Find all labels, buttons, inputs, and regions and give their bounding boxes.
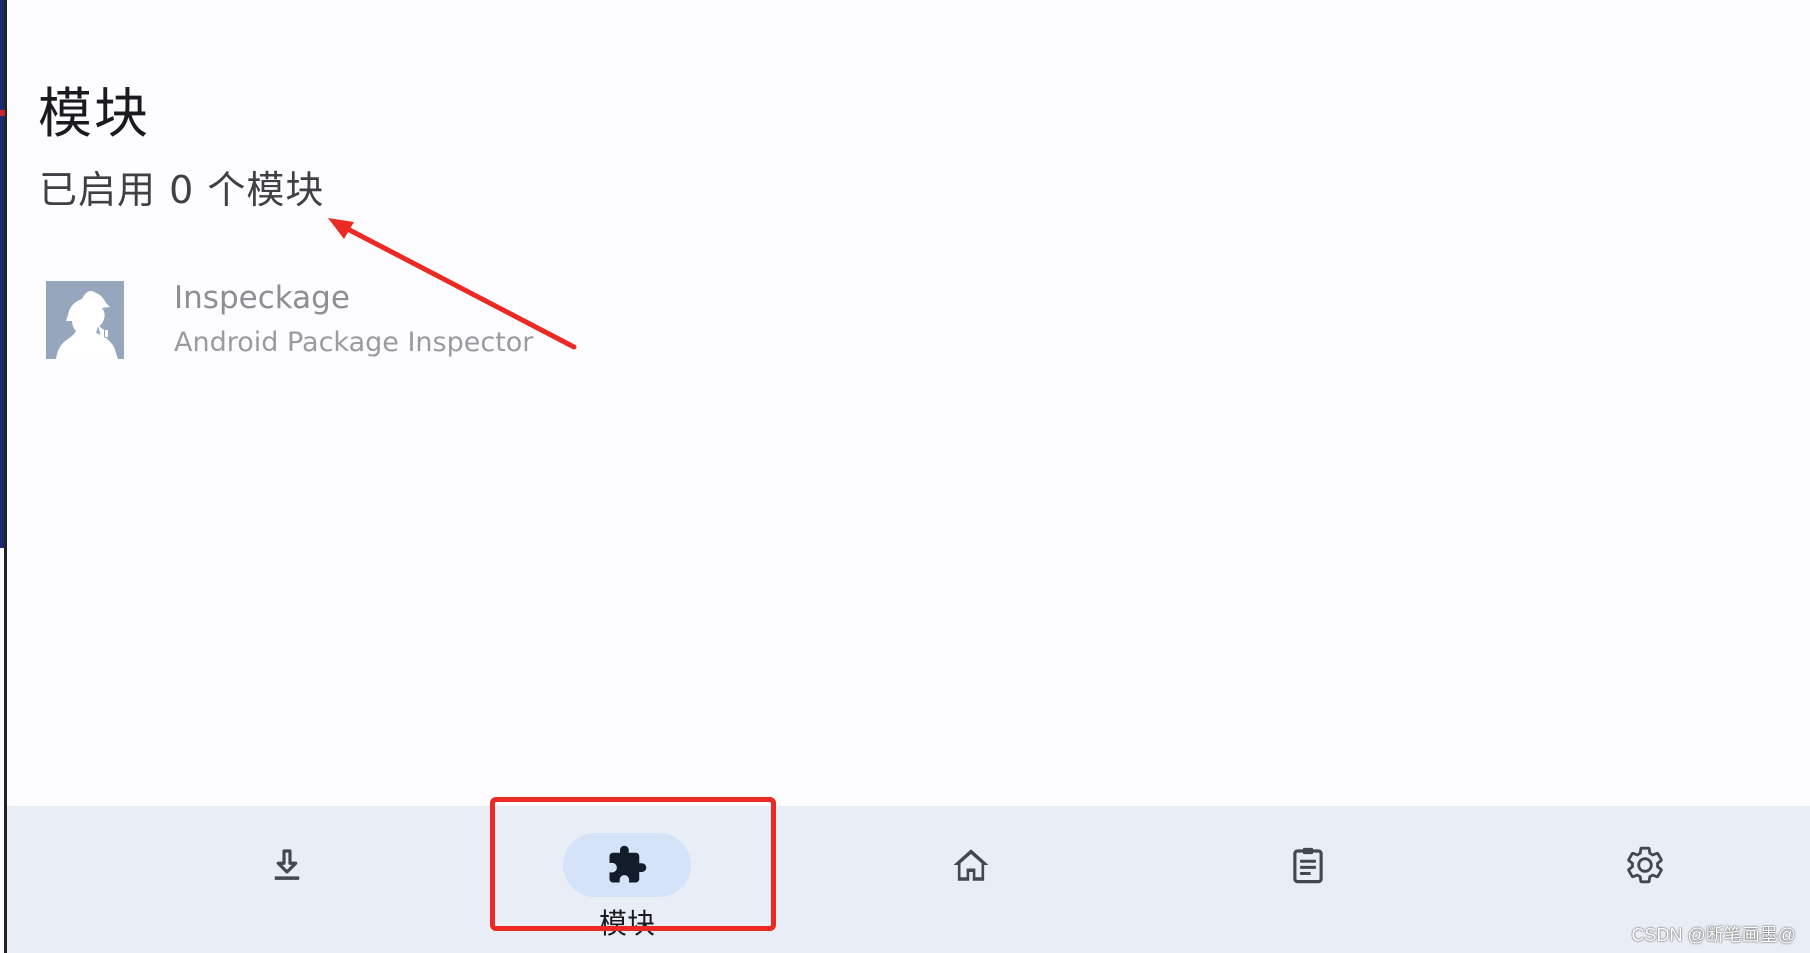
nav-item-logs[interactable]: [1148, 806, 1468, 953]
clipboard-icon: [1293, 847, 1323, 884]
left-edge-mark: [0, 110, 5, 116]
nav-item-home[interactable]: [811, 806, 1131, 953]
annotation-highlight-box: [490, 797, 776, 931]
nav-icon-container: [907, 833, 1035, 897]
bottom-navigation-bar: 模块: [7, 806, 1810, 953]
app-screen: 模块 已启用 0 个模块 Inspeckage Android Package …: [0, 0, 1810, 953]
watermark: CSDN @断笔画墨@: [1631, 925, 1796, 945]
download-icon: [274, 849, 300, 880]
detective-silhouette-icon: [46, 281, 124, 359]
nav-icon-container: [223, 833, 351, 897]
annotation-arrow: [328, 218, 577, 350]
nav-icon-container: [1581, 833, 1709, 897]
gear-icon: [1627, 846, 1663, 884]
page-title: 模块: [38, 82, 150, 145]
nav-item-repository[interactable]: [127, 806, 447, 953]
enabled-modules-count: 已启用 0 个模块: [39, 168, 325, 212]
nav-icon-container: [1244, 833, 1372, 897]
home-icon: [953, 849, 989, 881]
